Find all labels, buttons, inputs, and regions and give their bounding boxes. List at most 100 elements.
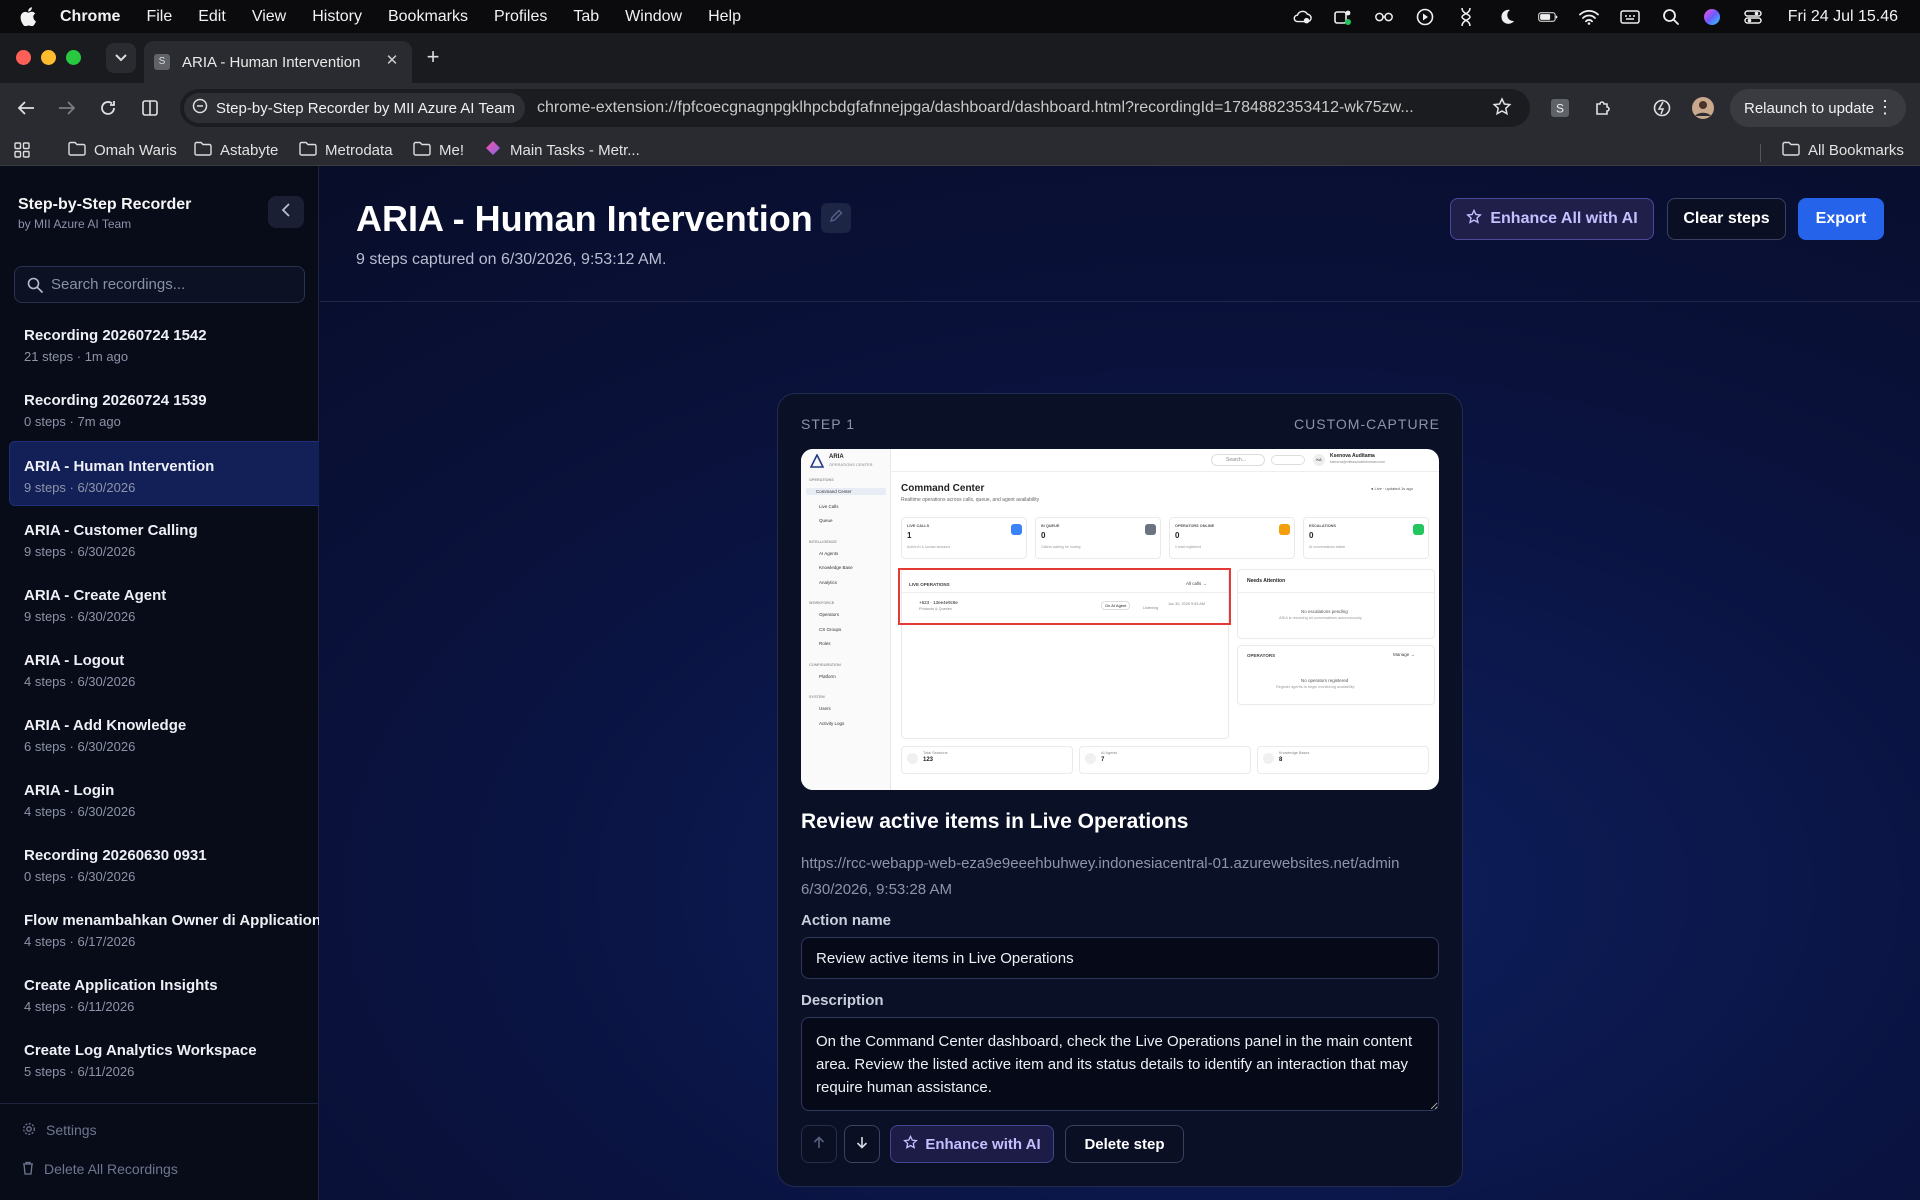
apps-grid-icon[interactable] xyxy=(14,140,30,160)
apple-icon[interactable] xyxy=(20,7,42,26)
bookmark-folder-astabyte[interactable]: Astabyte xyxy=(194,140,278,160)
side-panel-icon[interactable] xyxy=(138,96,162,120)
bookmark-folder-omah-waris[interactable]: Omah Waris xyxy=(68,140,177,160)
profile-avatar[interactable] xyxy=(1691,96,1715,120)
search-recordings-box[interactable] xyxy=(14,266,305,303)
forward-arrow-icon[interactable] xyxy=(55,96,79,120)
menu-app-name[interactable]: Chrome xyxy=(60,8,120,26)
recording-item[interactable]: ARIA - Add Knowledge 6 steps · 6/30/2026 xyxy=(0,701,319,766)
tab-close-icon[interactable]: ✕ xyxy=(384,53,400,69)
bookmark-label: Astabyte xyxy=(220,141,279,159)
cloud-sync-icon[interactable] xyxy=(1292,8,1312,26)
window-zoom-button[interactable] xyxy=(66,50,81,65)
thumb-logo-icon xyxy=(809,453,825,473)
dna-icon[interactable] xyxy=(1456,7,1476,26)
settings-link[interactable]: Settings xyxy=(22,1120,97,1140)
relaunch-to-update-button[interactable]: Relaunch to update ⋮ xyxy=(1730,89,1906,127)
description-textarea[interactable]: On the Command Center dashboard, check t… xyxy=(801,1017,1439,1111)
thumb-needs-attention-divider xyxy=(1237,592,1435,593)
recording-item[interactable]: ARIA - Login 4 steps · 6/30/2026 xyxy=(0,766,319,831)
move-step-up-button[interactable] xyxy=(801,1125,837,1163)
more-vertical-icon[interactable]: ⋮ xyxy=(1876,98,1894,116)
edit-title-button[interactable] xyxy=(821,203,851,233)
delete-step-button[interactable]: Delete step xyxy=(1065,1125,1184,1163)
search-recordings-input[interactable] xyxy=(51,276,291,293)
teams-icon[interactable] xyxy=(1333,8,1353,26)
recording-item[interactable]: Recording 20260630 0931 0 steps · 6/30/20… xyxy=(0,831,319,896)
collapse-sidebar-button[interactable] xyxy=(268,196,304,228)
url-text[interactable]: chrome-extension://fpfcoecgnagnpgklhpcbd… xyxy=(537,99,1487,117)
menu-window[interactable]: Window xyxy=(625,8,682,26)
bookmarks-divider xyxy=(1760,144,1761,162)
recording-title: Recording 20260630 0931 xyxy=(24,847,207,864)
clickup-logo-icon xyxy=(484,139,502,161)
bookmark-folder-me[interactable]: Me! xyxy=(413,140,464,160)
thumb-nav-item: Users xyxy=(819,706,831,711)
enhance-with-ai-button[interactable]: Enhance with AI xyxy=(890,1125,1054,1163)
extensions-puzzle-icon[interactable] xyxy=(1591,96,1615,120)
siri-icon[interactable] xyxy=(1702,8,1722,26)
thumb-nav-group-heading: WORKFORCE xyxy=(809,601,835,605)
recording-item-active[interactable]: ARIA - Human Intervention 9 steps · 6/30/… xyxy=(9,441,319,506)
menu-tab[interactable]: Tab xyxy=(573,8,599,26)
window-minimize-button[interactable] xyxy=(41,50,56,65)
wifi-icon[interactable] xyxy=(1578,8,1599,26)
step-url: https://rcc-webapp-web-eza9e9eeehbuhwey.… xyxy=(801,855,1400,872)
site-info-chip[interactable]: Step-by-Step Recorder by MII Azure AI Te… xyxy=(184,93,526,123)
address-bar[interactable]: Step-by-Step Recorder by MII Azure AI Te… xyxy=(180,89,1530,127)
recordings-list: Recording 20260724 1542 21 steps · 1m ago… xyxy=(0,311,319,1091)
recording-item[interactable]: Recording 20260724 1542 21 steps · 1m ago xyxy=(0,311,319,376)
export-button[interactable]: Export xyxy=(1798,198,1884,240)
extension-s-icon[interactable]: S xyxy=(1548,96,1572,120)
recording-item[interactable]: ARIA - Customer Calling 9 steps · 6/30/20… xyxy=(0,506,319,571)
recording-meta: 5 steps · 6/11/2026 xyxy=(24,1064,135,1079)
macos-menu-bar: Chrome File Edit View History Bookmarks … xyxy=(0,0,1920,33)
thumb-op-row-status: Listening xyxy=(1143,606,1159,610)
bookmark-main-tasks[interactable]: Main Tasks - Metr... xyxy=(484,140,640,160)
recording-item[interactable]: ARIA - Logout 4 steps · 6/30/2026 xyxy=(0,636,319,701)
reload-icon[interactable] xyxy=(96,96,120,120)
moon-icon[interactable] xyxy=(1497,8,1517,26)
step-screenshot[interactable]: ARIA OPERATIONS CENTER OPERATIONS Command… xyxy=(801,449,1439,790)
delete-all-recordings-link[interactable]: Delete All Recordings xyxy=(22,1159,178,1179)
battery-icon[interactable] xyxy=(1537,8,1558,26)
link-icon[interactable] xyxy=(1374,8,1394,26)
site-chip-label: Step-by-Step Recorder by MII Azure AI Te… xyxy=(216,99,516,117)
action-name-input[interactable] xyxy=(801,937,1439,979)
menubar-clock[interactable]: Fri 24 Jul 15.46 xyxy=(1788,8,1898,26)
menu-help[interactable]: Help xyxy=(708,8,741,26)
window-close-button[interactable] xyxy=(16,50,31,65)
move-step-down-button[interactable] xyxy=(844,1125,880,1163)
back-arrow-icon[interactable] xyxy=(14,96,38,120)
play-circle-icon[interactable] xyxy=(1415,8,1435,26)
enhance-all-with-ai-button[interactable]: Enhance All with AI xyxy=(1450,198,1654,240)
menu-history[interactable]: History xyxy=(312,8,362,26)
spotlight-search-icon[interactable] xyxy=(1661,8,1681,26)
menu-edit[interactable]: Edit xyxy=(198,8,226,26)
folder-icon xyxy=(194,141,212,160)
menu-profiles[interactable]: Profiles xyxy=(494,8,547,26)
control-center-icon[interactable] xyxy=(1743,8,1763,26)
tab-search-button[interactable] xyxy=(106,43,136,73)
all-bookmarks-folder[interactable]: All Bookmarks xyxy=(1782,140,1904,160)
recording-item[interactable]: Flow menambahkan Owner di Application 4 s… xyxy=(0,896,319,961)
browser-tab-active[interactable]: S ARIA - Human Intervention ✕ xyxy=(144,41,412,83)
folder-icon xyxy=(1782,141,1800,160)
menu-file[interactable]: File xyxy=(146,8,172,26)
thumb-footer-label: AI Agents xyxy=(1101,751,1118,755)
recording-item[interactable]: Recording 20260724 1539 0 steps · 7m ago xyxy=(0,376,319,441)
recording-meta: 21 steps · 1m ago xyxy=(24,349,129,364)
recording-item[interactable]: Create Log Analytics Workspace 5 steps · … xyxy=(0,1026,319,1091)
recording-item[interactable]: Create Application Insights 4 steps · 6/1… xyxy=(0,961,319,1026)
action-name-label: Action name xyxy=(801,912,892,929)
recording-item[interactable]: ARIA - Create Agent 9 steps · 6/30/2026 xyxy=(0,571,319,636)
page-subtitle: 9 steps captured on 6/30/2026, 9:53:12 A… xyxy=(356,251,667,268)
performance-icon[interactable] xyxy=(1650,96,1674,120)
menu-bookmarks[interactable]: Bookmarks xyxy=(388,8,468,26)
menu-view[interactable]: View xyxy=(252,8,286,26)
new-tab-button[interactable]: + xyxy=(423,46,443,68)
clear-steps-button[interactable]: Clear steps xyxy=(1667,198,1786,240)
bookmark-star-icon[interactable] xyxy=(1492,97,1514,119)
keyboard-input-icon[interactable] xyxy=(1619,8,1640,26)
bookmark-folder-metrodata[interactable]: Metrodata xyxy=(299,140,393,160)
